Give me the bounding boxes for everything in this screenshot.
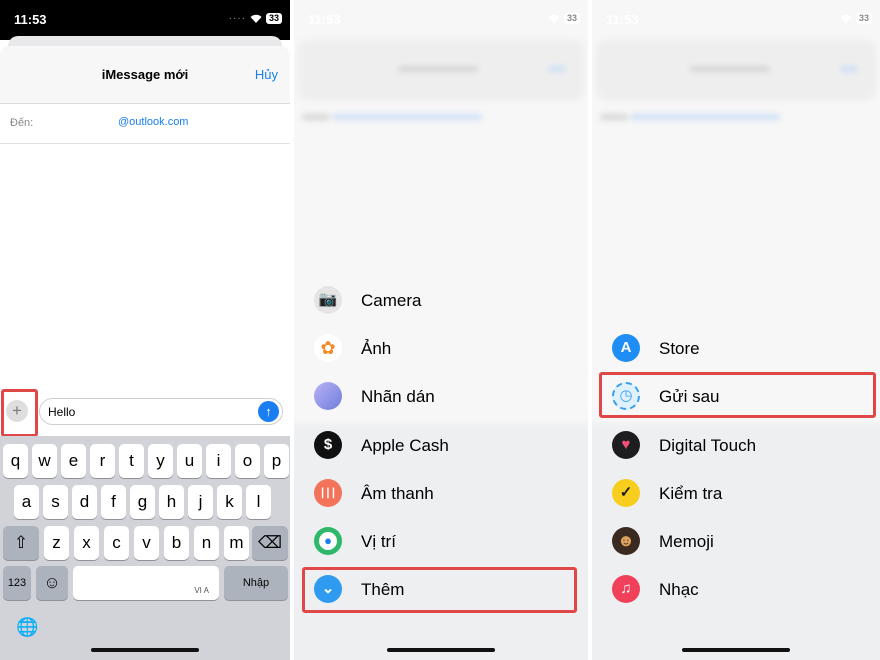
menu-item-label: Kiểm tra (659, 484, 723, 503)
digital-touch-icon: ♥ (612, 431, 640, 459)
key-f[interactable]: f (101, 485, 126, 519)
spacebar[interactable]: VI A (73, 566, 219, 600)
menu-item-label: Apple Cash (361, 436, 449, 455)
key-i[interactable]: i (206, 444, 231, 478)
recipient-field[interactable]: Đến: @outlook.com (0, 104, 290, 144)
message-text: Hello (48, 405, 76, 419)
battery-icon: 33 (563, 13, 580, 24)
menu-item-location[interactable]: ● Vị trí (294, 523, 588, 567)
audio-icon: ┃┃┃ (314, 479, 342, 507)
menu-item-apple-cash[interactable]: $ Apple Cash (294, 427, 588, 471)
compose-bar: + Hello ↑ (0, 390, 290, 434)
menu-item-check-in[interactable]: ✓ Kiểm tra (592, 475, 880, 519)
status-time: 11:53 (606, 12, 639, 27)
app-drawer-screen-1: 11:53 33 📷 Camera ✿ Ảnh Nhãn dán $ Apple… (294, 0, 588, 660)
menu-item-label: Vị trí (361, 532, 396, 551)
key-t[interactable]: t (119, 444, 144, 478)
delete-key[interactable]: ⌫ (252, 526, 288, 560)
key-l[interactable]: l (246, 485, 271, 519)
status-time: 11:53 (308, 12, 341, 27)
menu-item-camera[interactable]: 📷 Camera (294, 282, 588, 326)
key-e[interactable]: e (61, 444, 86, 478)
menu-item-label: Nhạc (659, 580, 699, 599)
menu-item-label: Memoji (659, 532, 714, 551)
wifi-icon (250, 14, 262, 23)
menu-item-label: Digital Touch (659, 436, 757, 455)
numbers-key[interactable]: 123 (3, 566, 31, 600)
menu-item-digital-touch[interactable]: ♥ Digital Touch (592, 427, 880, 471)
home-indicator (387, 648, 495, 652)
menu-item-label: Nhãn dán (361, 387, 435, 406)
message-input[interactable]: Hello ↑ (39, 398, 283, 425)
key-k[interactable]: k (217, 485, 242, 519)
menu-item-label: Store (659, 339, 700, 358)
key-z[interactable]: z (44, 526, 69, 560)
music-icon: ♫ (612, 575, 640, 603)
menu-item-store[interactable]: A Store (592, 330, 880, 374)
app-drawer-screen-2: 11:53 33 A Store ◷ Gửi sau ♥ Digital Tou… (592, 0, 880, 660)
key-y[interactable]: y (148, 444, 173, 478)
battery-icon: 33 (265, 13, 282, 24)
highlight-box (1, 389, 38, 437)
battery-icon: 33 (855, 13, 872, 24)
menu-item-label: Ảnh (361, 339, 392, 358)
location-icon: ● (314, 527, 342, 555)
return-key[interactable]: Nhập (224, 566, 288, 600)
emoji-key[interactable]: ☺ (36, 566, 68, 600)
key-x[interactable]: x (74, 526, 99, 560)
wifi-icon (548, 14, 560, 23)
key-w[interactable]: w (32, 444, 57, 478)
menu-item-audio[interactable]: ┃┃┃ Âm thanh (294, 475, 588, 519)
key-n[interactable]: n (194, 526, 219, 560)
key-d[interactable]: d (72, 485, 97, 519)
highlight-box (599, 372, 876, 418)
recipient-label: Đến: (10, 117, 34, 129)
key-a[interactable]: a (14, 485, 39, 519)
home-indicator (682, 648, 790, 652)
page-title: iMessage mới (101, 67, 189, 82)
menu-item-label: Camera (361, 291, 422, 310)
send-button[interactable]: ↑ (258, 401, 279, 422)
key-c[interactable]: c (104, 526, 129, 560)
highlight-box (302, 567, 577, 613)
shift-key[interactable]: ⇧ (3, 526, 39, 560)
wifi-icon (840, 14, 852, 23)
photos-icon: ✿ (314, 334, 342, 362)
menu-item-stickers[interactable]: Nhãn dán (294, 378, 588, 422)
app-store-icon: A (612, 334, 640, 362)
key-m[interactable]: m (224, 526, 249, 560)
key-g[interactable]: g (130, 485, 155, 519)
compose-header: iMessage mới Hủy (0, 46, 290, 104)
camera-icon: 📷 (314, 286, 342, 314)
menu-item-memoji[interactable]: ☻ Memoji (592, 523, 880, 567)
key-v[interactable]: v (134, 526, 159, 560)
key-r[interactable]: r (90, 444, 115, 478)
status-bar: 11:53 ···· 33 (0, 0, 290, 40)
key-u[interactable]: u (177, 444, 202, 478)
cancel-button[interactable]: Hủy (255, 67, 278, 82)
menu-item-photos[interactable]: ✿ Ảnh (294, 330, 588, 374)
signal-icon: ···· (228, 12, 246, 24)
key-s[interactable]: s (43, 485, 68, 519)
keyboard-language-hint: VI A (194, 586, 209, 595)
menu-item-label: Âm thanh (361, 484, 434, 503)
apple-cash-icon: $ (314, 431, 342, 459)
check-in-icon: ✓ (612, 479, 640, 507)
new-imessage-screen: 11:53 ···· 33 iMessage mới Hủy Đến: @out… (0, 0, 290, 660)
status-time: 11:53 (14, 12, 47, 27)
globe-icon[interactable]: 🌐 (16, 617, 38, 638)
memoji-icon: ☻ (612, 527, 640, 555)
key-h[interactable]: h (159, 485, 184, 519)
key-b[interactable]: b (164, 526, 189, 560)
recipient-value[interactable]: @outlook.com (118, 116, 188, 128)
stickers-icon (314, 382, 342, 410)
key-o[interactable]: o (235, 444, 260, 478)
key-q[interactable]: q (3, 444, 28, 478)
menu-item-music[interactable]: ♫ Nhạc (592, 571, 880, 615)
keyboard: qwertyuiop asdfghjkl ⇧ ⌫ zxcvbnm 123 ☺ V… (0, 436, 290, 660)
key-j[interactable]: j (188, 485, 213, 519)
home-indicator (91, 648, 199, 652)
key-p[interactable]: p (264, 444, 289, 478)
